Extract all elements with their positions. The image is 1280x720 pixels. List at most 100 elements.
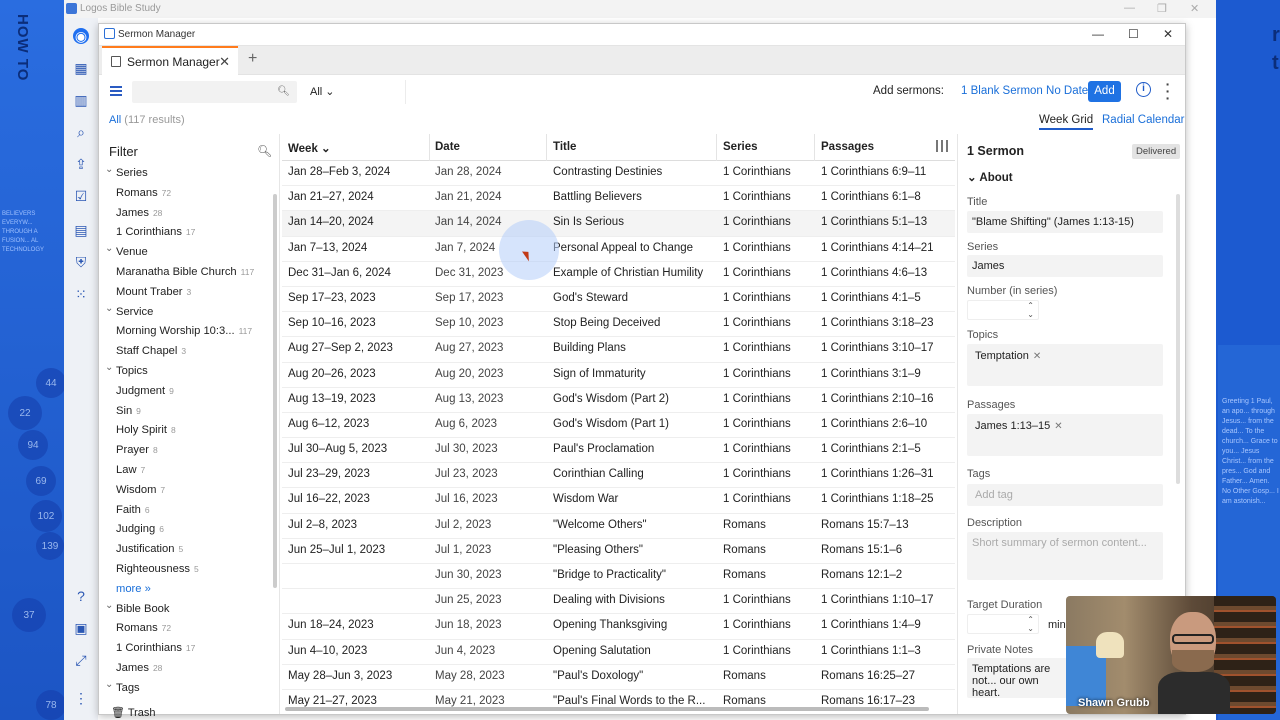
logos-home-icon[interactable]: ◉ — [73, 28, 89, 44]
table-row[interactable]: Jun 4–10, 2023 Jun 4, 2023 Opening Salutat… — [282, 640, 955, 665]
blank-sermon-link[interactable]: 1 Blank Sermon No Date — [961, 85, 1088, 97]
filter-item[interactable]: Mount Traber 3 — [99, 286, 272, 306]
filter-item[interactable]: 1 Corinthians 17 — [99, 642, 272, 662]
close-icon[interactable]: ✕ — [1163, 27, 1173, 41]
help-icon[interactable]: ? — [73, 588, 89, 604]
table-row[interactable]: Jan 21–27, 2024 Jan 21, 2024 Battling Beli… — [282, 186, 955, 212]
restore-icon[interactable]: ❐ — [1157, 2, 1167, 15]
remove-chip-icon[interactable]: ✕ — [1033, 351, 1041, 362]
table-row[interactable]: Jan 28–Feb 3, 2024 Jan 28, 2024 Contrastin… — [282, 161, 955, 187]
filter-item[interactable]: Romans 72 — [99, 187, 272, 207]
layouts-icon[interactable]: ▣ — [73, 620, 89, 636]
filter-item[interactable]: Sin 9 — [99, 405, 272, 425]
filter-group-header[interactable]: Topics — [99, 365, 272, 385]
table-row[interactable]: Jun 18–24, 2023 Jun 18, 2023 Opening Thank… — [282, 614, 955, 640]
tags-input[interactable]: Add tag — [967, 484, 1163, 506]
number-stepper[interactable]: ⌃ ⌄ — [967, 300, 1039, 320]
more-menu-icon[interactable]: ⋮ — [73, 690, 89, 706]
filter-item[interactable]: James 28 — [99, 207, 272, 227]
stepper-arrows-icon[interactable]: ⌃ ⌄ — [1027, 615, 1034, 633]
close-tab-icon[interactable]: ✕ — [219, 54, 230, 70]
document-icon[interactable]: ▤ — [73, 222, 89, 238]
filter-search-icon[interactable]: 🔍︎ — [257, 144, 272, 158]
maximize-icon[interactable]: ☐ — [1128, 27, 1139, 41]
filter-scrollbar[interactable] — [273, 194, 277, 588]
table-row[interactable]: Jun 25–Jul 1, 2023 Jul 1, 2023 "Pleasing O… — [282, 539, 955, 564]
filter-item[interactable]: Prayer 8 — [99, 444, 272, 464]
table-row[interactable]: Jul 23–29, 2023 Jul 23, 2023 Corinthian Ca… — [282, 463, 955, 489]
trash-item[interactable]: 🗑︎ Trash — [111, 706, 156, 719]
table-row[interactable]: Sep 17–23, 2023 Sep 17, 2023 God's Steward… — [282, 287, 955, 313]
column-header-date[interactable]: Date — [435, 141, 460, 153]
filter-group-header[interactable]: Venue — [99, 246, 272, 266]
table-row[interactable]: Sep 10–16, 2023 Sep 10, 2023 Stop Being De… — [282, 312, 955, 338]
grid-horizontal-scrollbar[interactable] — [285, 707, 929, 711]
resize-icon[interactable]: ⤢ — [73, 652, 89, 668]
table-row[interactable]: Dec 31–Jan 6, 2024 Dec 31, 2023 Example of… — [282, 262, 955, 287]
description-field[interactable]: Short summary of sermon content... — [967, 532, 1163, 580]
series-field[interactable]: James — [967, 255, 1163, 277]
table-row[interactable]: Jul 30–Aug 5, 2023 Jul 30, 2023 Paul's Pro… — [282, 438, 955, 464]
topics-field[interactable]: Temptation ✕ — [967, 344, 1163, 386]
filter-item[interactable]: Wisdom 7 — [99, 484, 272, 504]
checklist-icon[interactable]: ☑ — [73, 188, 89, 204]
filter-item[interactable]: 1 Corinthians 17 — [99, 226, 272, 246]
column-header-passages[interactable]: Passages — [821, 141, 874, 153]
minimize-icon[interactable]: — — [1092, 27, 1104, 41]
table-row[interactable]: Aug 20–26, 2023 Aug 20, 2023 Sign of Immat… — [282, 363, 955, 388]
table-row[interactable]: Jun 25, 2023 Dealing with Divisions 1 Cori… — [282, 589, 955, 615]
table-row[interactable]: Jul 16–22, 2023 Jul 16, 2023 Wisdom War 1 C… — [282, 488, 955, 514]
upload-icon[interactable]: ⇪ — [73, 156, 89, 172]
table-row[interactable]: Jan 7–13, 2024 Jan 7, 2024 Personal Appeal… — [282, 237, 955, 262]
filter-item[interactable]: Justification 5 — [99, 543, 272, 563]
private-notes-field[interactable]: Temptations are not... our own heart. — [967, 658, 1067, 699]
filter-item[interactable]: Holy Spirit 8 — [99, 424, 272, 444]
about-section-header[interactable]: ⌄ About — [967, 170, 1013, 184]
filter-item[interactable]: Righteousness 5 — [99, 563, 272, 583]
search-input[interactable] — [132, 81, 272, 103]
filter-item[interactable]: Morning Worship 10:3... 117 — [99, 325, 272, 345]
column-chooser-icon[interactable] — [936, 140, 948, 152]
filter-item[interactable]: Law 7 — [99, 464, 272, 484]
duration-stepper[interactable]: ⌃ ⌄ — [967, 614, 1039, 634]
table-row[interactable]: Jun 30, 2023 "Bridge to Practicality" Roma… — [282, 564, 955, 590]
new-tab-plus-icon[interactable]: + — [248, 50, 257, 68]
filter-dropdown[interactable]: All ⌄ — [305, 81, 339, 103]
stepper-arrows-icon[interactable]: ⌃ ⌄ — [1027, 301, 1034, 319]
filter-item[interactable]: Romans 72 — [99, 622, 272, 642]
info-icon[interactable]: i — [1136, 82, 1151, 97]
apps-grid-icon[interactable]: ⁙ — [73, 286, 89, 302]
filter-item[interactable]: Staff Chapel 3 — [99, 345, 272, 365]
filter-item[interactable]: Judging 6 — [99, 523, 272, 543]
scope-all-link[interactable]: All — [109, 114, 121, 126]
dashboard-icon[interactable]: ▦ — [73, 60, 89, 76]
passages-field[interactable]: James 1:13–15 ✕ — [967, 414, 1163, 456]
table-row[interactable]: May 28–Jun 3, 2023 May 28, 2023 "Paul's Do… — [282, 665, 955, 690]
filter-group-header[interactable]: Series — [99, 167, 272, 187]
filter-group-header[interactable]: Bible Book — [99, 603, 272, 623]
remove-chip-icon[interactable]: ✕ — [1054, 421, 1062, 432]
filter-item[interactable]: Judgment 9 — [99, 385, 272, 405]
column-header-week[interactable]: Week ⌄ — [288, 141, 331, 155]
tab-sermon-manager[interactable]: Sermon Manager ✕ — [102, 46, 238, 75]
library-icon[interactable]: ▥ — [73, 92, 89, 108]
column-header-series[interactable]: Series — [723, 141, 758, 153]
title-field[interactable]: "Blame Shifting" (James 1:13-15) — [967, 211, 1163, 233]
column-header-title[interactable]: Title — [553, 141, 576, 153]
filter-group-header[interactable]: Tags — [99, 682, 272, 702]
hamburger-menu-icon[interactable] — [110, 86, 122, 96]
table-row[interactable]: Jan 14–20, 2024 Jan 14, 2024 Sin Is Seriou… — [282, 211, 955, 237]
shield-icon[interactable]: ⛨ — [73, 254, 89, 270]
search-icon[interactable]: ⌕ — [73, 124, 89, 140]
add-button[interactable]: Add — [1088, 81, 1121, 102]
filter-more-link[interactable]: more » — [99, 583, 272, 603]
table-row[interactable]: Jul 2–8, 2023 Jul 2, 2023 "Welcome Others"… — [282, 514, 955, 539]
filter-item[interactable]: James 28 — [99, 662, 272, 682]
radial-calendar-tab[interactable]: Radial Calendar — [1102, 114, 1184, 126]
search-icon[interactable]: 🔍︎ — [277, 86, 290, 97]
table-row[interactable]: Aug 13–19, 2023 Aug 13, 2023 God's Wisdom … — [282, 388, 955, 413]
minimize-icon[interactable]: — — [1124, 2, 1135, 14]
week-grid-tab[interactable]: Week Grid — [1039, 114, 1094, 130]
table-row[interactable]: Aug 6–12, 2023 Aug 6, 2023 God's Wisdom (P… — [282, 413, 955, 439]
table-row[interactable]: Aug 27–Sep 2, 2023 Aug 27, 2023 Building P… — [282, 337, 955, 363]
